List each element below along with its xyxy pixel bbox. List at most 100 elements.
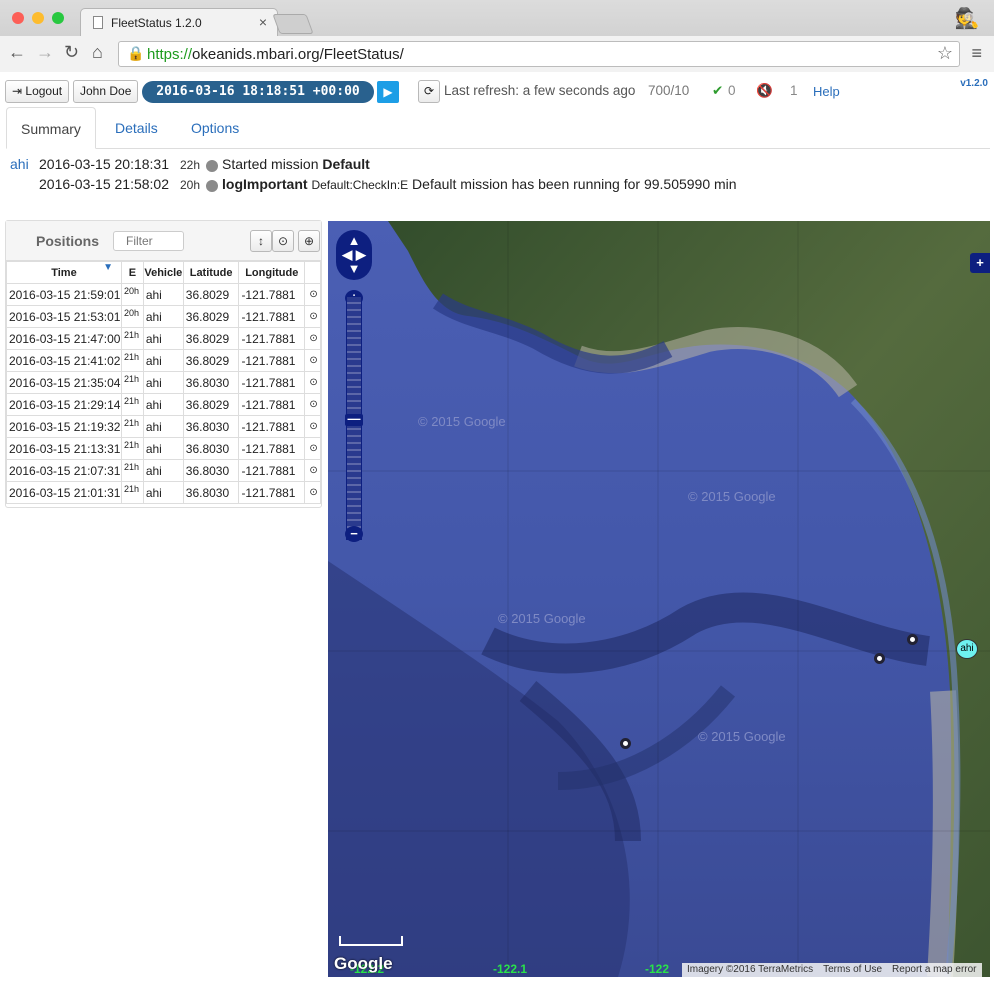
longitude-label: -122: [645, 962, 670, 976]
table-row[interactable]: 2016-03-15 21:35:04 21h ahi 36.8030 -121.788…: [6, 371, 321, 394]
back-icon[interactable]: ←: [8, 42, 26, 63]
log-message-source: Default:CheckIn:E: [311, 178, 409, 192]
tab-summary[interactable]: Summary: [6, 107, 96, 149]
locate-row-icon[interactable]: ⊙: [304, 393, 321, 416]
position-marker[interactable]: [907, 634, 918, 645]
datetime-display[interactable]: 2016-03-16 18:18:51 +00:00: [142, 81, 374, 103]
minimize-window-button[interactable]: [32, 12, 44, 24]
help-link[interactable]: Help: [813, 84, 840, 99]
logout-button[interactable]: ⇥ Logout: [5, 80, 70, 103]
cell-vehicle: ahi: [142, 371, 184, 394]
position-marker[interactable]: [620, 738, 631, 749]
report-map-error-link[interactable]: Report a map error: [887, 964, 981, 975]
pan-right-icon[interactable]: ▶: [356, 247, 366, 262]
table-row[interactable]: 2016-03-15 21:59:01 20h ahi 36.8029 -121.788…: [6, 283, 321, 306]
table-row[interactable]: 2016-03-15 21:53:01 20h ahi 36.8029 -121.788…: [6, 305, 321, 328]
reload-icon[interactable]: ↻: [64, 42, 79, 63]
tab-strip: FleetStatus 1.2.0 × 🕵: [0, 0, 994, 36]
filter-input[interactable]: [113, 231, 184, 251]
log-message-text: Default mission has been running for 99.…: [408, 176, 737, 192]
locate-row-icon[interactable]: ⊙: [304, 481, 321, 504]
zoom-out-icon[interactable]: −: [345, 526, 363, 542]
close-tab-icon[interactable]: ×: [259, 14, 267, 30]
log-message-bold: logImportant: [222, 176, 308, 192]
map-view[interactable]: © 2015 Google © 2015 Google © 2015 Googl…: [328, 221, 990, 977]
cell-latitude: 36.8029: [182, 283, 240, 306]
locate-row-icon[interactable]: ⊙: [304, 371, 321, 394]
column-header-vehicle[interactable]: Vehicle: [142, 261, 184, 284]
cell-vehicle: ahi: [142, 349, 184, 372]
table-row[interactable]: 2016-03-15 21:01:31 21h ahi 36.8030 -121.788…: [6, 481, 321, 504]
log-vehicle-link[interactable]: ahi: [10, 156, 29, 172]
column-header-latitude[interactable]: Latitude: [182, 261, 240, 284]
target-icon[interactable]: ⊙: [272, 230, 294, 252]
browser-tab[interactable]: FleetStatus 1.2.0 ×: [80, 8, 278, 36]
home-icon[interactable]: ⌂: [92, 42, 103, 63]
cell-longitude: -121.7881: [238, 459, 306, 482]
cell-latitude: 36.8030: [182, 481, 240, 504]
pan-control[interactable]: ▲ ◀ ▶ ▼: [336, 230, 372, 280]
expand-vertical-icon[interactable]: ↕: [250, 230, 272, 252]
user-button[interactable]: John Doe: [73, 80, 139, 103]
cell-longitude: -121.7881: [238, 393, 306, 416]
tab-details[interactable]: Details: [101, 107, 172, 149]
locate-row-icon[interactable]: ⊙: [304, 349, 321, 372]
table-row[interactable]: 2016-03-15 21:29:14 21h ahi 36.8029 -121.788…: [6, 393, 321, 416]
globe-icon[interactable]: ⊕: [298, 230, 320, 252]
zoom-slider-handle[interactable]: —: [345, 412, 363, 426]
refresh-button[interactable]: ⟳: [418, 80, 440, 103]
incognito-icon: 🕵: [954, 8, 980, 30]
close-window-button[interactable]: [12, 12, 24, 24]
cell-e: 21h: [120, 459, 144, 482]
cell-e: 21h: [120, 437, 144, 460]
layers-toggle-icon[interactable]: +: [970, 253, 990, 273]
column-header-e[interactable]: E: [120, 261, 144, 284]
locate-row-icon[interactable]: ⊙: [304, 283, 321, 306]
column-header-longitude[interactable]: Longitude: [238, 261, 306, 284]
cell-time: 2016-03-15 21:41:02: [6, 349, 122, 372]
locate-row-icon[interactable]: ⊙: [304, 437, 321, 460]
cell-time: 2016-03-15 21:59:01: [6, 283, 122, 306]
log-message: logImportant Default:CheckIn:E Default m…: [222, 176, 737, 192]
cell-longitude: -121.7881: [238, 437, 306, 460]
google-logo: Google: [334, 954, 393, 973]
map-watermark: © 2015 Google: [498, 611, 586, 626]
pan-left-icon[interactable]: ◀: [342, 247, 352, 262]
position-marker[interactable]: [874, 653, 885, 664]
forward-icon[interactable]: →: [36, 42, 54, 63]
sort-desc-icon[interactable]: ▼: [103, 262, 113, 273]
table-row[interactable]: 2016-03-15 21:07:31 21h ahi 36.8030 -121.788…: [6, 459, 321, 482]
pan-down-icon[interactable]: ▼: [348, 261, 361, 276]
menu-icon[interactable]: ≡: [971, 43, 982, 64]
address-bar[interactable]: 🔒 https://okeanids.mbari.org/FleetStatus…: [118, 41, 960, 67]
table-row[interactable]: 2016-03-15 21:47:00 21h ahi 36.8029 -121.788…: [6, 327, 321, 350]
version-label: v1.2.0: [960, 78, 988, 89]
column-header-time[interactable]: Time ▼: [6, 261, 122, 284]
table-row[interactable]: 2016-03-15 21:41:02 21h ahi 36.8029 -121.788…: [6, 349, 321, 372]
bookmark-star-icon[interactable]: ☆: [937, 43, 953, 64]
tab-options[interactable]: Options: [177, 107, 253, 149]
map-imagery: © 2015 Google © 2015 Google © 2015 Googl…: [328, 221, 990, 977]
cell-longitude: -121.7881: [238, 327, 306, 350]
log-message-text: Started mission: [222, 156, 323, 172]
vehicle-marker-ahi[interactable]: ahi: [956, 639, 978, 659]
count-text: 700/10: [648, 83, 690, 98]
maximize-window-button[interactable]: [52, 12, 64, 24]
cell-e: 21h: [120, 481, 144, 504]
table-row[interactable]: 2016-03-15 21:19:32 21h ahi 36.8030 -121.788…: [6, 415, 321, 438]
terms-of-use-link[interactable]: Terms of Use: [818, 964, 887, 975]
pan-up-icon[interactable]: ▲: [348, 233, 361, 248]
table-row[interactable]: 2016-03-15 21:13:31 21h ahi 36.8030 -121.788…: [6, 437, 321, 460]
locate-row-icon[interactable]: ⊙: [304, 305, 321, 328]
locate-row-icon[interactable]: ⊙: [304, 459, 321, 482]
cell-time: 2016-03-15 21:35:04: [6, 371, 122, 394]
locate-row-icon[interactable]: ⊙: [304, 415, 321, 438]
new-tab-button[interactable]: [272, 14, 314, 34]
longitude-label: -122.1: [493, 962, 528, 976]
log-age: 20h: [180, 178, 201, 192]
play-icon[interactable]: ▶: [377, 81, 399, 103]
cell-latitude: 36.8030: [182, 459, 240, 482]
mute-icon[interactable]: 🔇: [756, 83, 773, 99]
locate-row-icon[interactable]: ⊙: [304, 327, 321, 350]
map-watermark: © 2015 Google: [688, 489, 776, 504]
